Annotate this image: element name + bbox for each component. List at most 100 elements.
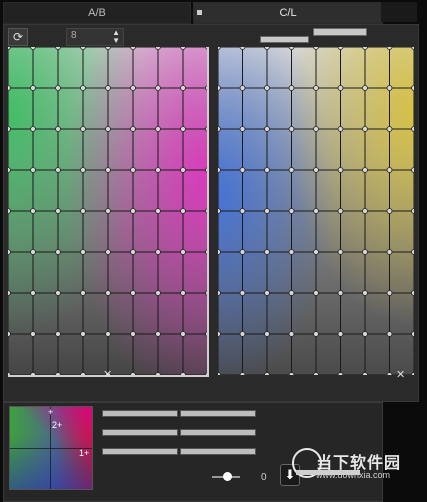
- grid-control-point[interactable]: [8, 85, 11, 91]
- grid-control-point[interactable]: [105, 85, 111, 91]
- grid-control-point[interactable]: [337, 331, 344, 337]
- stepper-arrows-icon[interactable]: ▲ ▼: [112, 29, 120, 45]
- grid-control-point[interactable]: [218, 208, 221, 214]
- grid-control-point[interactable]: [8, 290, 11, 296]
- grid-control-point[interactable]: [386, 85, 393, 91]
- grid-control-point[interactable]: [386, 331, 393, 337]
- grid-control-point[interactable]: [264, 372, 270, 376]
- grid-control-point[interactable]: [218, 249, 221, 255]
- grid-control-point[interactable]: [105, 208, 111, 214]
- grid-control-point[interactable]: [180, 331, 186, 337]
- grid-control-point[interactable]: [313, 331, 319, 337]
- grid-control-point[interactable]: [30, 208, 36, 214]
- grid-control-point[interactable]: [80, 126, 86, 132]
- grid-control-point[interactable]: [80, 47, 86, 50]
- grid-control-point[interactable]: [105, 167, 111, 173]
- grid-control-point[interactable]: [155, 208, 161, 214]
- grid-control-point[interactable]: [337, 372, 344, 376]
- grid-control-point[interactable]: [8, 167, 11, 173]
- grid-control-point[interactable]: [386, 290, 393, 296]
- grid-control-point[interactable]: [239, 167, 246, 173]
- grid-control-point[interactable]: [55, 249, 61, 255]
- grid-control-point[interactable]: [313, 208, 319, 214]
- grid-control-point[interactable]: [239, 372, 246, 376]
- grid-control-point[interactable]: [411, 249, 415, 255]
- grid-control-point[interactable]: [80, 167, 86, 173]
- grid-control-point[interactable]: [30, 331, 36, 337]
- grid-control-point[interactable]: [264, 331, 270, 337]
- rotate-icon[interactable]: ⟳: [8, 28, 28, 46]
- grid-control-point[interactable]: [386, 208, 393, 214]
- grid-control-point[interactable]: [288, 331, 295, 337]
- grid-control-point[interactable]: [130, 208, 136, 214]
- preset-bar-1[interactable]: [260, 36, 309, 43]
- grid-control-point[interactable]: [130, 85, 136, 91]
- color-wheel-box[interactable]: + 2+ 1+: [9, 406, 93, 490]
- grid-control-point[interactable]: [55, 167, 61, 173]
- grid-control-point[interactable]: [288, 249, 295, 255]
- grid-control-point[interactable]: [55, 208, 61, 214]
- grid-control-point[interactable]: [155, 290, 161, 296]
- grid-control-point[interactable]: [55, 290, 61, 296]
- grid-control-point[interactable]: [8, 249, 11, 255]
- grid-control-point[interactable]: [264, 208, 270, 214]
- grid-control-point[interactable]: [8, 208, 11, 214]
- param-bar-5[interactable]: [102, 448, 178, 455]
- grid-control-point[interactable]: [337, 249, 344, 255]
- grid-control-point[interactable]: [155, 331, 161, 337]
- grid-control-point[interactable]: [386, 372, 393, 376]
- grid-control-point[interactable]: [180, 290, 186, 296]
- grid-control-point[interactable]: [264, 85, 270, 91]
- grid-control-point[interactable]: [264, 290, 270, 296]
- grid-control-point[interactable]: [264, 167, 270, 173]
- grid-control-point[interactable]: [155, 85, 161, 91]
- grid-control-point[interactable]: [362, 372, 368, 376]
- grid-control-point[interactable]: [239, 85, 246, 91]
- grid-control-point[interactable]: [105, 47, 111, 50]
- grid-control-point[interactable]: [80, 249, 86, 255]
- left-grid-cross-icon[interactable]: ✕: [103, 368, 112, 381]
- grid-control-point[interactable]: [80, 331, 86, 337]
- grid-control-point[interactable]: [288, 126, 295, 132]
- grid-control-point[interactable]: [30, 85, 36, 91]
- grid-control-point[interactable]: [239, 47, 246, 50]
- grid-control-point[interactable]: [218, 331, 221, 337]
- grid-control-point[interactable]: [337, 126, 344, 132]
- grid-control-point[interactable]: [218, 167, 221, 173]
- grid-control-point[interactable]: [411, 126, 415, 132]
- grid-control-point[interactable]: [362, 85, 368, 91]
- grid-control-point[interactable]: [8, 126, 11, 132]
- grid-control-point[interactable]: [411, 290, 415, 296]
- grid-control-point[interactable]: [411, 85, 415, 91]
- grid-control-point[interactable]: [362, 331, 368, 337]
- param-bar-3[interactable]: [102, 429, 178, 436]
- grid-control-point[interactable]: [80, 208, 86, 214]
- grid-control-point[interactable]: [130, 47, 136, 50]
- grid-control-point[interactable]: [313, 47, 319, 50]
- grid-control-point[interactable]: [362, 126, 368, 132]
- grid-control-point[interactable]: [386, 167, 393, 173]
- grid-control-point[interactable]: [362, 290, 368, 296]
- grid-control-point[interactable]: [30, 47, 36, 50]
- grid-control-point[interactable]: [55, 331, 61, 337]
- grid-control-point[interactable]: [337, 208, 344, 214]
- grid-control-point[interactable]: [30, 167, 36, 173]
- preset-bar-2[interactable]: [313, 28, 367, 36]
- grid-control-point[interactable]: [105, 331, 111, 337]
- grid-control-point[interactable]: [313, 290, 319, 296]
- grid-control-point[interactable]: [180, 126, 186, 132]
- grid-control-point[interactable]: [362, 249, 368, 255]
- grid-control-point[interactable]: [313, 167, 319, 173]
- grid-control-point[interactable]: [218, 85, 221, 91]
- grid-control-point[interactable]: [130, 249, 136, 255]
- grid-control-point[interactable]: [155, 126, 161, 132]
- grid-control-point[interactable]: [337, 85, 344, 91]
- grid-control-point[interactable]: [239, 126, 246, 132]
- grid-control-point[interactable]: [362, 47, 368, 50]
- tab-cl[interactable]: C/L: [193, 2, 383, 24]
- grid-control-point[interactable]: [180, 85, 186, 91]
- grid-control-point[interactable]: [362, 208, 368, 214]
- grid-control-point[interactable]: [288, 208, 295, 214]
- grid-control-point[interactable]: [30, 126, 36, 132]
- grid-control-point[interactable]: [313, 372, 319, 376]
